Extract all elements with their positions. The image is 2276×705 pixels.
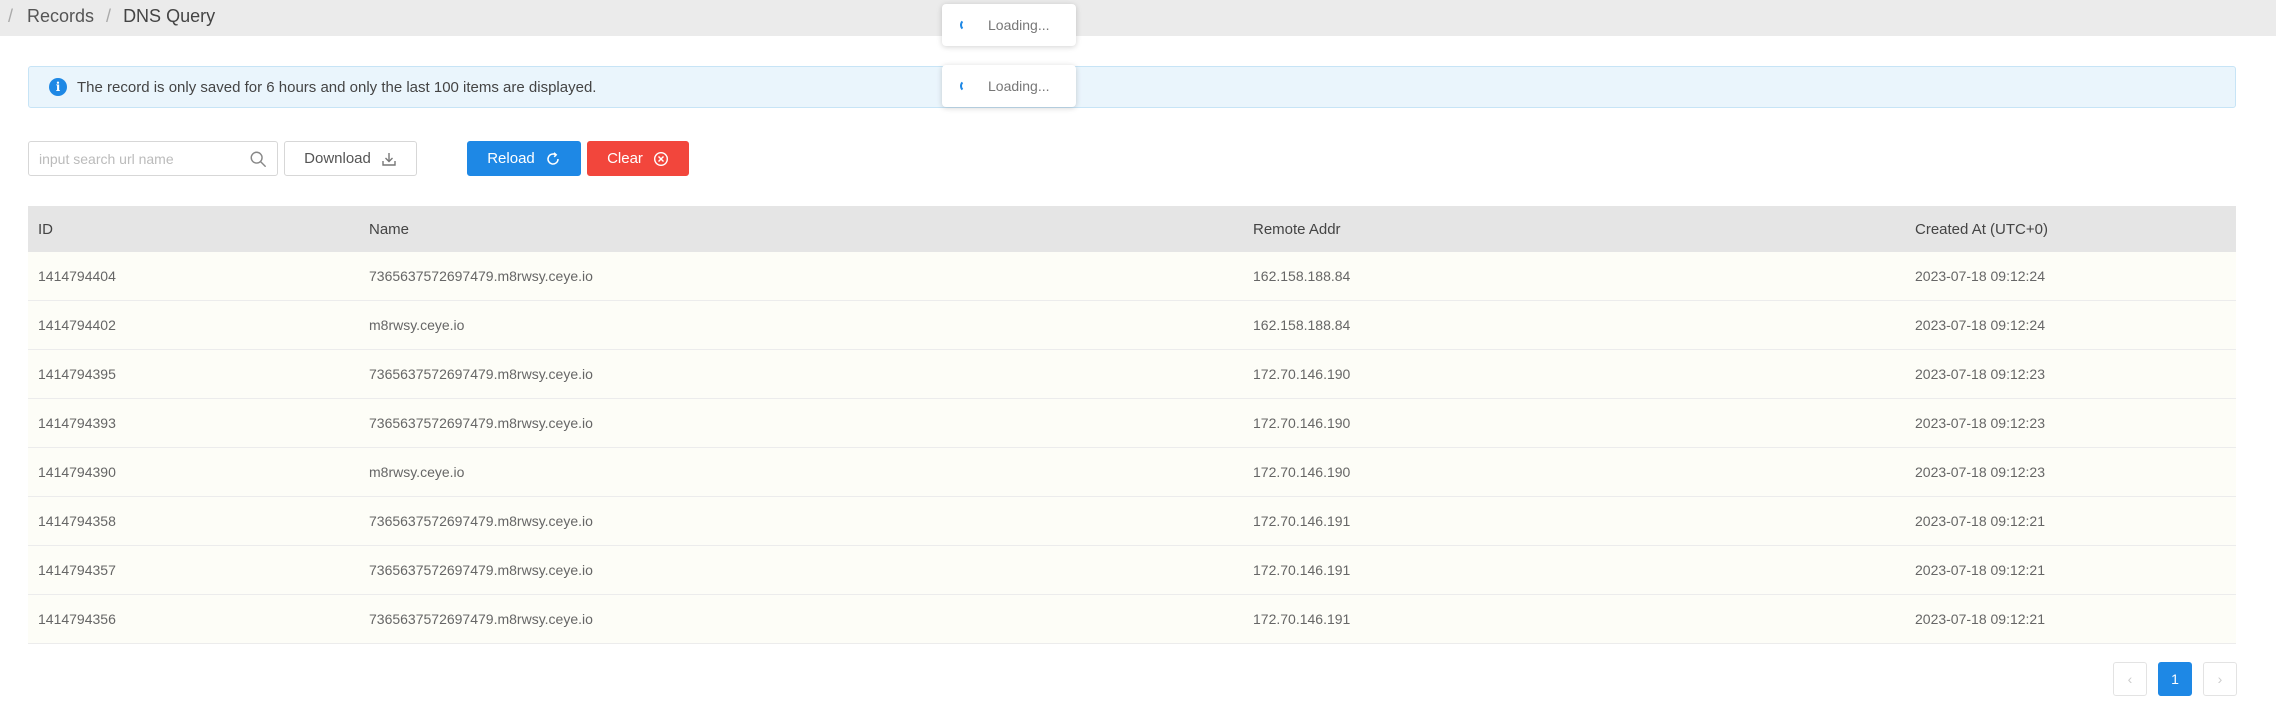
cell-remote-addr: 172.70.146.191 (1253, 513, 1351, 529)
cell-name: 7365637572697479.m8rwsy.ceye.io (369, 562, 593, 578)
prev-page-button[interactable]: ‹ (2113, 662, 2147, 696)
cell-name: 7365637572697479.m8rwsy.ceye.io (369, 268, 593, 284)
chevron-right-icon: › (2217, 671, 2223, 687)
search-icon[interactable] (249, 150, 267, 168)
cell-id: 1414794358 (38, 513, 116, 529)
cell-created-at: 2023-07-18 09:12:23 (1915, 464, 2045, 480)
reload-button[interactable]: Reload (467, 141, 581, 176)
top-bar: / Records / DNS Query (0, 0, 2276, 36)
breadcrumb-records[interactable]: Records (27, 6, 94, 27)
cell-remote-addr: 172.70.146.190 (1253, 464, 1351, 480)
cell-created-at: 2023-07-18 09:12:21 (1915, 611, 2045, 627)
cell-name: 7365637572697479.m8rwsy.ceye.io (369, 415, 593, 431)
download-label: Download (304, 150, 371, 167)
reload-label: Reload (487, 150, 535, 167)
next-page-button[interactable]: › (2203, 662, 2237, 696)
cell-name: 7365637572697479.m8rwsy.ceye.io (369, 611, 593, 627)
table-row: 1414794358 7365637572697479.m8rwsy.ceye.i… (28, 497, 2236, 546)
cell-id: 1414794402 (38, 317, 116, 333)
alert-text: The record is only saved for 6 hours and… (77, 78, 597, 96)
page-1-button[interactable]: 1 (2158, 662, 2192, 696)
table-row: 1414794404 7365637572697479.m8rwsy.ceye.i… (28, 252, 2236, 301)
cell-remote-addr: 172.70.146.190 (1253, 366, 1351, 382)
breadcrumb-dns-query: DNS Query (123, 6, 216, 26)
cell-id: 1414794356 (38, 611, 116, 627)
info-icon: i (49, 78, 67, 96)
column-header-created-at: Created At (UTC+0) (1915, 220, 2048, 238)
info-alert: i The record is only saved for 6 hours a… (28, 66, 2236, 108)
table-row: 1414794393 7365637572697479.m8rwsy.ceye.i… (28, 399, 2236, 448)
table-header: ID Name Remote Addr Created At (UTC+0) (28, 206, 2236, 252)
table-row: 1414794402 m8rwsy.ceye.io 162.158.188.84 20… (28, 301, 2236, 350)
refresh-icon (545, 151, 561, 167)
page-number: 1 (2171, 671, 2179, 687)
cell-name: 7365637572697479.m8rwsy.ceye.io (369, 513, 593, 529)
search-box (28, 141, 278, 176)
column-header-remote-addr: Remote Addr (1253, 220, 1341, 238)
table-row: 1414794357 7365637572697479.m8rwsy.ceye.i… (28, 546, 2236, 595)
cell-created-at: 2023-07-18 09:12:23 (1915, 415, 2045, 431)
cell-remote-addr: 172.70.146.191 (1253, 611, 1351, 627)
cell-created-at: 2023-07-18 09:12:24 (1915, 317, 2045, 333)
loading-text: Loading... (988, 78, 1050, 94)
cell-name: m8rwsy.ceye.io (369, 464, 465, 480)
table-row: 1414794390 m8rwsy.ceye.io 172.70.146.190 20… (28, 448, 2236, 497)
loading-toast: Loading... (942, 65, 1076, 107)
column-header-id: ID (38, 220, 53, 238)
cell-created-at: 2023-07-18 09:12:23 (1915, 366, 2045, 382)
cell-remote-addr: 172.70.146.191 (1253, 562, 1351, 578)
cell-created-at: 2023-07-18 09:12:21 (1915, 513, 2045, 529)
cell-id: 1414794395 (38, 366, 116, 382)
cell-created-at: 2023-07-18 09:12:24 (1915, 268, 2045, 284)
cell-id: 1414794390 (38, 464, 116, 480)
download-icon (381, 151, 397, 167)
cell-remote-addr: 172.70.146.190 (1253, 415, 1351, 431)
cell-remote-addr: 162.158.188.84 (1253, 268, 1351, 284)
column-header-name: Name (369, 220, 410, 238)
spinner-icon (960, 80, 972, 92)
clear-label: Clear (607, 150, 643, 167)
search-input[interactable] (37, 149, 251, 168)
breadcrumb: / Records / DNS Query (8, 6, 215, 27)
table-row: 1414794356 7365637572697479.m8rwsy.ceye.i… (28, 595, 2236, 644)
chevron-left-icon: ‹ (2127, 671, 2133, 687)
close-circle-icon (653, 151, 669, 167)
cell-id: 1414794357 (38, 562, 116, 578)
clear-button[interactable]: Clear (587, 141, 689, 176)
cell-name: 7365637572697479.m8rwsy.ceye.io (369, 366, 593, 382)
table-body: 1414794404 7365637572697479.m8rwsy.ceye.i… (28, 252, 2236, 644)
spinner-icon (960, 19, 972, 31)
cell-id: 1414794393 (38, 415, 116, 431)
cell-remote-addr: 162.158.188.84 (1253, 317, 1351, 333)
cell-name: m8rwsy.ceye.io (369, 317, 465, 333)
breadcrumb-separator: / (8, 6, 14, 26)
records-table: ID Name Remote Addr Created At (UTC+0) 1… (28, 206, 2236, 644)
breadcrumb-separator: / (106, 6, 112, 26)
cell-id: 1414794404 (38, 268, 116, 284)
cell-created-at: 2023-07-18 09:12:21 (1915, 562, 2045, 578)
loading-text: Loading... (988, 17, 1050, 33)
table-row: 1414794395 7365637572697479.m8rwsy.ceye.i… (28, 350, 2236, 399)
loading-toast: Loading... (942, 4, 1076, 46)
download-button[interactable]: Download (284, 141, 417, 176)
